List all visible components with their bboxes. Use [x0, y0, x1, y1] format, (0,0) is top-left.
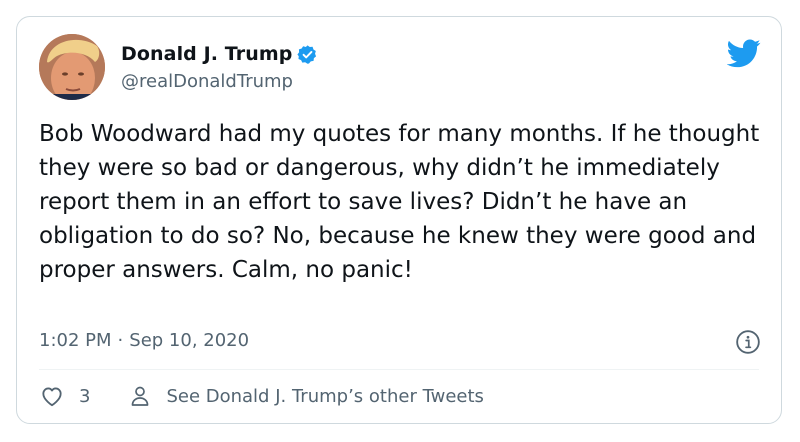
like-count[interactable]: 3 — [79, 386, 90, 407]
avatar[interactable] — [39, 34, 105, 100]
tweet-actions: 3 See Donald J. Trump’s other Tweets — [39, 383, 484, 409]
tweet-card[interactable]: Donald J. Trump @realDonaldTrump Bob Woo… — [16, 16, 782, 424]
like-button[interactable]: 3 — [39, 383, 90, 409]
tweet-text: Bob Woodward had my quotes for many mont… — [39, 121, 760, 283]
see-other-tweets-link[interactable]: See Donald J. Trump’s other Tweets — [90, 384, 484, 408]
heart-icon[interactable] — [39, 383, 65, 409]
author-name-row[interactable]: Donald J. Trump — [121, 43, 318, 65]
user-handle[interactable]: @realDonaldTrump — [121, 71, 293, 92]
display-name[interactable]: Donald J. Trump — [121, 43, 292, 65]
see-other-tweets-label[interactable]: See Donald J. Trump’s other Tweets — [166, 386, 483, 407]
twitter-bird-icon[interactable] — [726, 36, 761, 70]
person-icon[interactable] — [128, 384, 152, 408]
divider — [39, 369, 759, 370]
tweet-date[interactable]: Sep 10, 2020 — [129, 330, 249, 351]
timestamp-separator: · — [117, 330, 124, 351]
tweet-time[interactable]: 1:02 PM — [39, 330, 112, 351]
avatar-image — [39, 34, 105, 100]
tweet-timestamp[interactable]: 1:02 PM · Sep 10, 2020 — [39, 330, 249, 351]
verified-badge-icon — [297, 44, 318, 65]
info-icon[interactable] — [735, 329, 761, 355]
